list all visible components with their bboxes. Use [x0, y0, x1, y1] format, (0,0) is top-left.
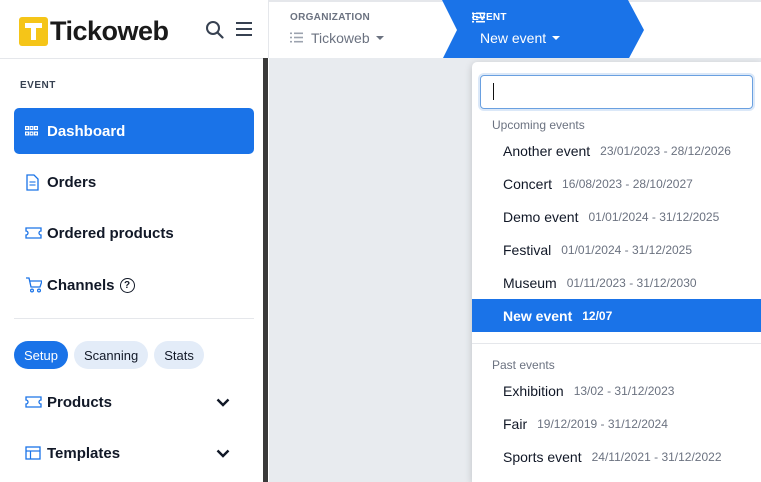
event-dates: 12/07: [582, 308, 613, 323]
sidebar-resize-handle[interactable]: [263, 58, 268, 482]
tab-setup[interactable]: Setup: [14, 341, 68, 369]
event-option[interactable]: Museum 01/11/2023 - 31/12/2030: [472, 266, 761, 299]
help-icon[interactable]: ?: [119, 277, 135, 293]
event-name: Another event: [503, 142, 591, 159]
tab-scanning[interactable]: Scanning: [73, 341, 149, 369]
event-name: Concert: [503, 175, 553, 192]
event-option[interactable]: Concert 16/08/2023 - 28/10/2027: [472, 167, 761, 200]
tab-stats[interactable]: Stats: [154, 341, 204, 369]
event-dates: 24/11/2021 - 31/12/2022: [591, 449, 722, 464]
list-icon: [290, 30, 303, 46]
sidebar-group-products[interactable]: Products: [14, 379, 254, 425]
template-icon: [25, 446, 43, 460]
past-events-label: Past events: [492, 358, 555, 372]
cart-icon: [25, 277, 43, 293]
breadcrumb-organization-label: ORGANIZATION: [290, 12, 371, 23]
event-dates: 01/01/2024 - 31/12/2025: [561, 242, 693, 257]
hamburger-menu-icon[interactable]: [234, 18, 254, 40]
caret-down-icon: [552, 36, 561, 40]
sidebar-divider: [14, 318, 254, 319]
event-option-selected[interactable]: New event 12/07: [472, 299, 761, 332]
event-dates: 23/01/2023 - 28/12/2026: [600, 143, 731, 158]
ticket-icon: [25, 227, 43, 239]
grid-icon: [25, 126, 43, 136]
sidebar-item-orders[interactable]: Orders: [14, 159, 254, 205]
sidebar-group-templates[interactable]: Templates: [14, 430, 254, 476]
event-name: Fair: [503, 415, 528, 432]
logo[interactable]: Tickoweb: [19, 16, 169, 47]
event-name: New event: [503, 307, 573, 324]
event-name: Exhibition: [503, 382, 564, 399]
upcoming-events-label: Upcoming events: [492, 118, 585, 132]
ticket-icon: [25, 396, 43, 408]
sidebar: Tickoweb EVENT Dashboard Orders Ordered …: [0, 0, 263, 482]
sidebar-item-channels[interactable]: Channels ?: [14, 262, 254, 308]
event-option[interactable]: Sports event 24/11/2021 - 31/12/2022: [472, 440, 761, 473]
event-dropdown: Upcoming events Another event 23/01/2023…: [472, 62, 761, 482]
sidebar-item-label: Dashboard: [47, 122, 126, 140]
chevron-down-icon[interactable]: [216, 394, 230, 411]
sidebar-item-ordered-products[interactable]: Ordered products: [14, 210, 254, 256]
event-option[interactable]: Exhibition 13/02 - 31/12/2023: [472, 374, 761, 407]
sidebar-item-label: Orders: [47, 173, 97, 191]
event-dates: 19/12/2019 - 31/12/2024: [537, 416, 668, 431]
sidebar-tabs: Setup Scanning Stats: [14, 341, 204, 369]
breadcrumb-event-label: EVENT: [472, 12, 507, 23]
text-cursor: [493, 83, 494, 100]
breadcrumb-organization[interactable]: ORGANIZATION Tickoweb: [290, 12, 384, 46]
sidebar-item-label: Channels: [47, 276, 115, 294]
document-icon: [25, 173, 43, 191]
event-option[interactable]: Demo event 01/01/2024 - 31/12/2025: [472, 200, 761, 233]
event-name: Sports event: [503, 448, 582, 465]
event-option[interactable]: Fair 19/12/2019 - 31/12/2024: [472, 407, 761, 440]
event-name: Museum: [503, 274, 557, 291]
breadcrumb: ORGANIZATION Tickoweb EVENT New event: [269, 0, 761, 60]
breadcrumb-organization-value: Tickoweb: [311, 30, 370, 46]
sidebar-item-label: Products: [47, 393, 113, 411]
chevron-down-icon[interactable]: [216, 445, 230, 462]
search-icon[interactable]: [204, 18, 224, 40]
event-name: Festival: [503, 241, 552, 258]
logo-text: Tickoweb: [50, 16, 169, 46]
sidebar-item-label: Ordered products: [47, 224, 174, 242]
event-dates: 16/08/2023 - 28/10/2027: [562, 176, 693, 191]
event-dates: 01/01/2024 - 31/12/2025: [588, 209, 720, 224]
event-option[interactable]: Festival 01/01/2024 - 31/12/2025: [472, 233, 761, 266]
event-option[interactable]: Another event 23/01/2023 - 28/12/2026: [472, 134, 761, 167]
sidebar-item-dashboard[interactable]: Dashboard: [14, 108, 254, 154]
event-dates: 13/02 - 31/12/2023: [573, 383, 675, 398]
event-search-input[interactable]: [480, 75, 753, 109]
caret-down-icon: [375, 36, 384, 40]
logo-mark-icon: [19, 17, 48, 46]
event-dates: 01/11/2023 - 31/12/2030: [566, 275, 697, 290]
breadcrumb-event-value: New event: [480, 30, 547, 46]
sidebar-item-label: Templates: [47, 444, 121, 462]
header-divider: [0, 58, 263, 59]
breadcrumb-event[interactable]: EVENT New event: [442, 0, 644, 60]
dropdown-divider: [472, 343, 761, 344]
event-name: Demo event: [503, 208, 579, 225]
section-label: EVENT: [20, 80, 56, 91]
